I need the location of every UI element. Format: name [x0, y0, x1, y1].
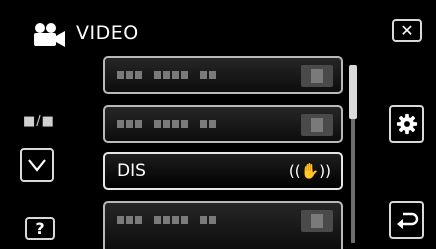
menu-item[interactable]	[103, 105, 343, 143]
menu-item-dis[interactable]: DIS ((✋))	[103, 152, 343, 190]
placeholder-label	[117, 71, 218, 79]
menu-item-label: DIS	[117, 161, 146, 181]
video-camera-icon	[34, 23, 65, 47]
placeholder-label	[117, 120, 218, 128]
value-icon	[301, 210, 333, 232]
value-icon	[301, 65, 333, 87]
return-arrow-icon	[396, 212, 418, 229]
page-indicator: ■/■	[23, 114, 55, 129]
close-button[interactable]: ✕	[392, 19, 422, 42]
back-button[interactable]	[389, 201, 424, 239]
page-title: VIDEO	[76, 22, 139, 44]
scrollbar-thumb[interactable]	[349, 65, 357, 119]
scroll-down-button[interactable]	[20, 148, 54, 182]
value-icon	[301, 114, 333, 136]
help-button[interactable]: ?	[25, 217, 55, 240]
settings-button[interactable]	[389, 105, 424, 143]
menu-item[interactable]	[103, 201, 343, 249]
placeholder-label	[117, 216, 218, 224]
close-icon: ✕	[400, 20, 414, 40]
image-stabilizer-icon: ((✋))	[288, 162, 331, 180]
menu-item[interactable]	[103, 56, 343, 94]
help-label: ?	[35, 218, 45, 238]
chevron-down-icon	[28, 159, 46, 172]
gear-icon	[396, 113, 417, 135]
